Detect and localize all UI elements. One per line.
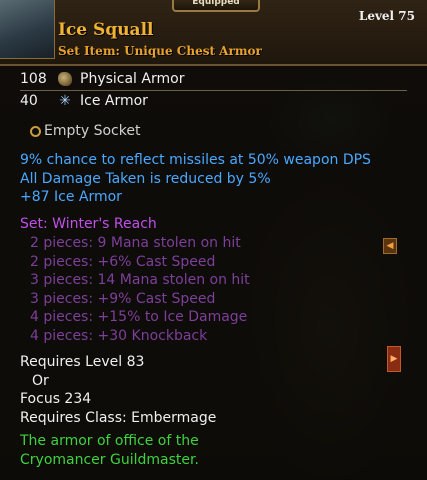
enchant-line: All Damage Taken is reduced by 5% (20, 171, 271, 187)
enchant-line: 9% chance to reflect missiles at 50% wea… (20, 152, 371, 168)
tooltip-header: Equipped Ice Squall Set Item: Unique Che… (0, 0, 427, 66)
socket-label: Empty Socket (44, 123, 141, 139)
stat-ice-armor: 40 ✳ Ice Armor (20, 93, 148, 109)
set-bonus: 2 pieces: +6% Cast Speed (30, 254, 216, 270)
item-level: Level 75 (358, 9, 415, 23)
requirement-focus: Focus 234 (20, 391, 92, 407)
scroll-left-arrow-icon[interactable]: ◀ (383, 238, 397, 254)
requirement-level: Requires Level 83 (20, 354, 145, 370)
set-bonus: 4 pieces: +15% to Ice Damage (30, 309, 248, 325)
equipped-tab: Equipped (172, 0, 260, 12)
empty-socket: Empty Socket (30, 123, 140, 139)
set-bonus: 2 pieces: 9 Mana stolen on hit (30, 235, 241, 251)
stat-divider (20, 90, 407, 91)
item-type: Set Item: Unique Chest Armor (58, 44, 262, 58)
armor-icon (58, 72, 72, 86)
flavor-text: The armor of office of the (20, 433, 199, 449)
socket-ring-icon (30, 125, 41, 137)
stat-physical-armor: 108 Physical Armor (20, 71, 184, 87)
stat-label: Physical Armor (80, 71, 185, 87)
item-name: Ice Squall (58, 20, 154, 40)
enchant-line: +87 Ice Armor (20, 189, 122, 205)
scroll-right-arrow-icon[interactable]: ▶ (387, 346, 401, 372)
ice-snowflake-icon: ✳ (59, 93, 71, 109)
flavor-text: Cryomancer Guildmaster. (20, 452, 199, 468)
item-portrait-icon (0, 0, 55, 59)
set-title: Set: Winter's Reach (20, 216, 157, 232)
item-tooltip: Equipped Ice Squall Set Item: Unique Che… (0, 0, 427, 480)
stat-value: 40 (20, 93, 38, 109)
set-bonus: 3 pieces: +9% Cast Speed (30, 291, 216, 307)
requirement-or: Or (32, 373, 49, 389)
requirement-class: Requires Class: Embermage (20, 410, 217, 426)
set-bonus: 4 pieces: +30 Knockback (30, 328, 208, 344)
set-bonus: 3 pieces: 14 Mana stolen on hit (30, 272, 250, 288)
stat-value: 108 (20, 71, 47, 87)
stat-label: Ice Armor (80, 93, 148, 109)
